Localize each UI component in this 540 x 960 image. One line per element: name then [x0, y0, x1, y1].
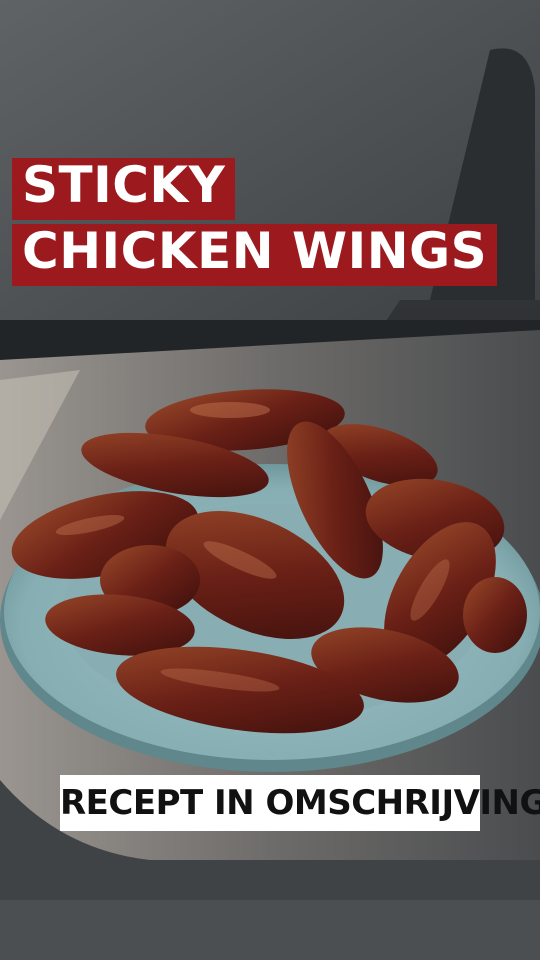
title-line-2: CHICKEN WINGS: [12, 224, 498, 286]
caption-banner: RECEPT IN OMSCHRIJVING: [60, 775, 540, 831]
title-line-1: STICKY: [12, 158, 236, 220]
